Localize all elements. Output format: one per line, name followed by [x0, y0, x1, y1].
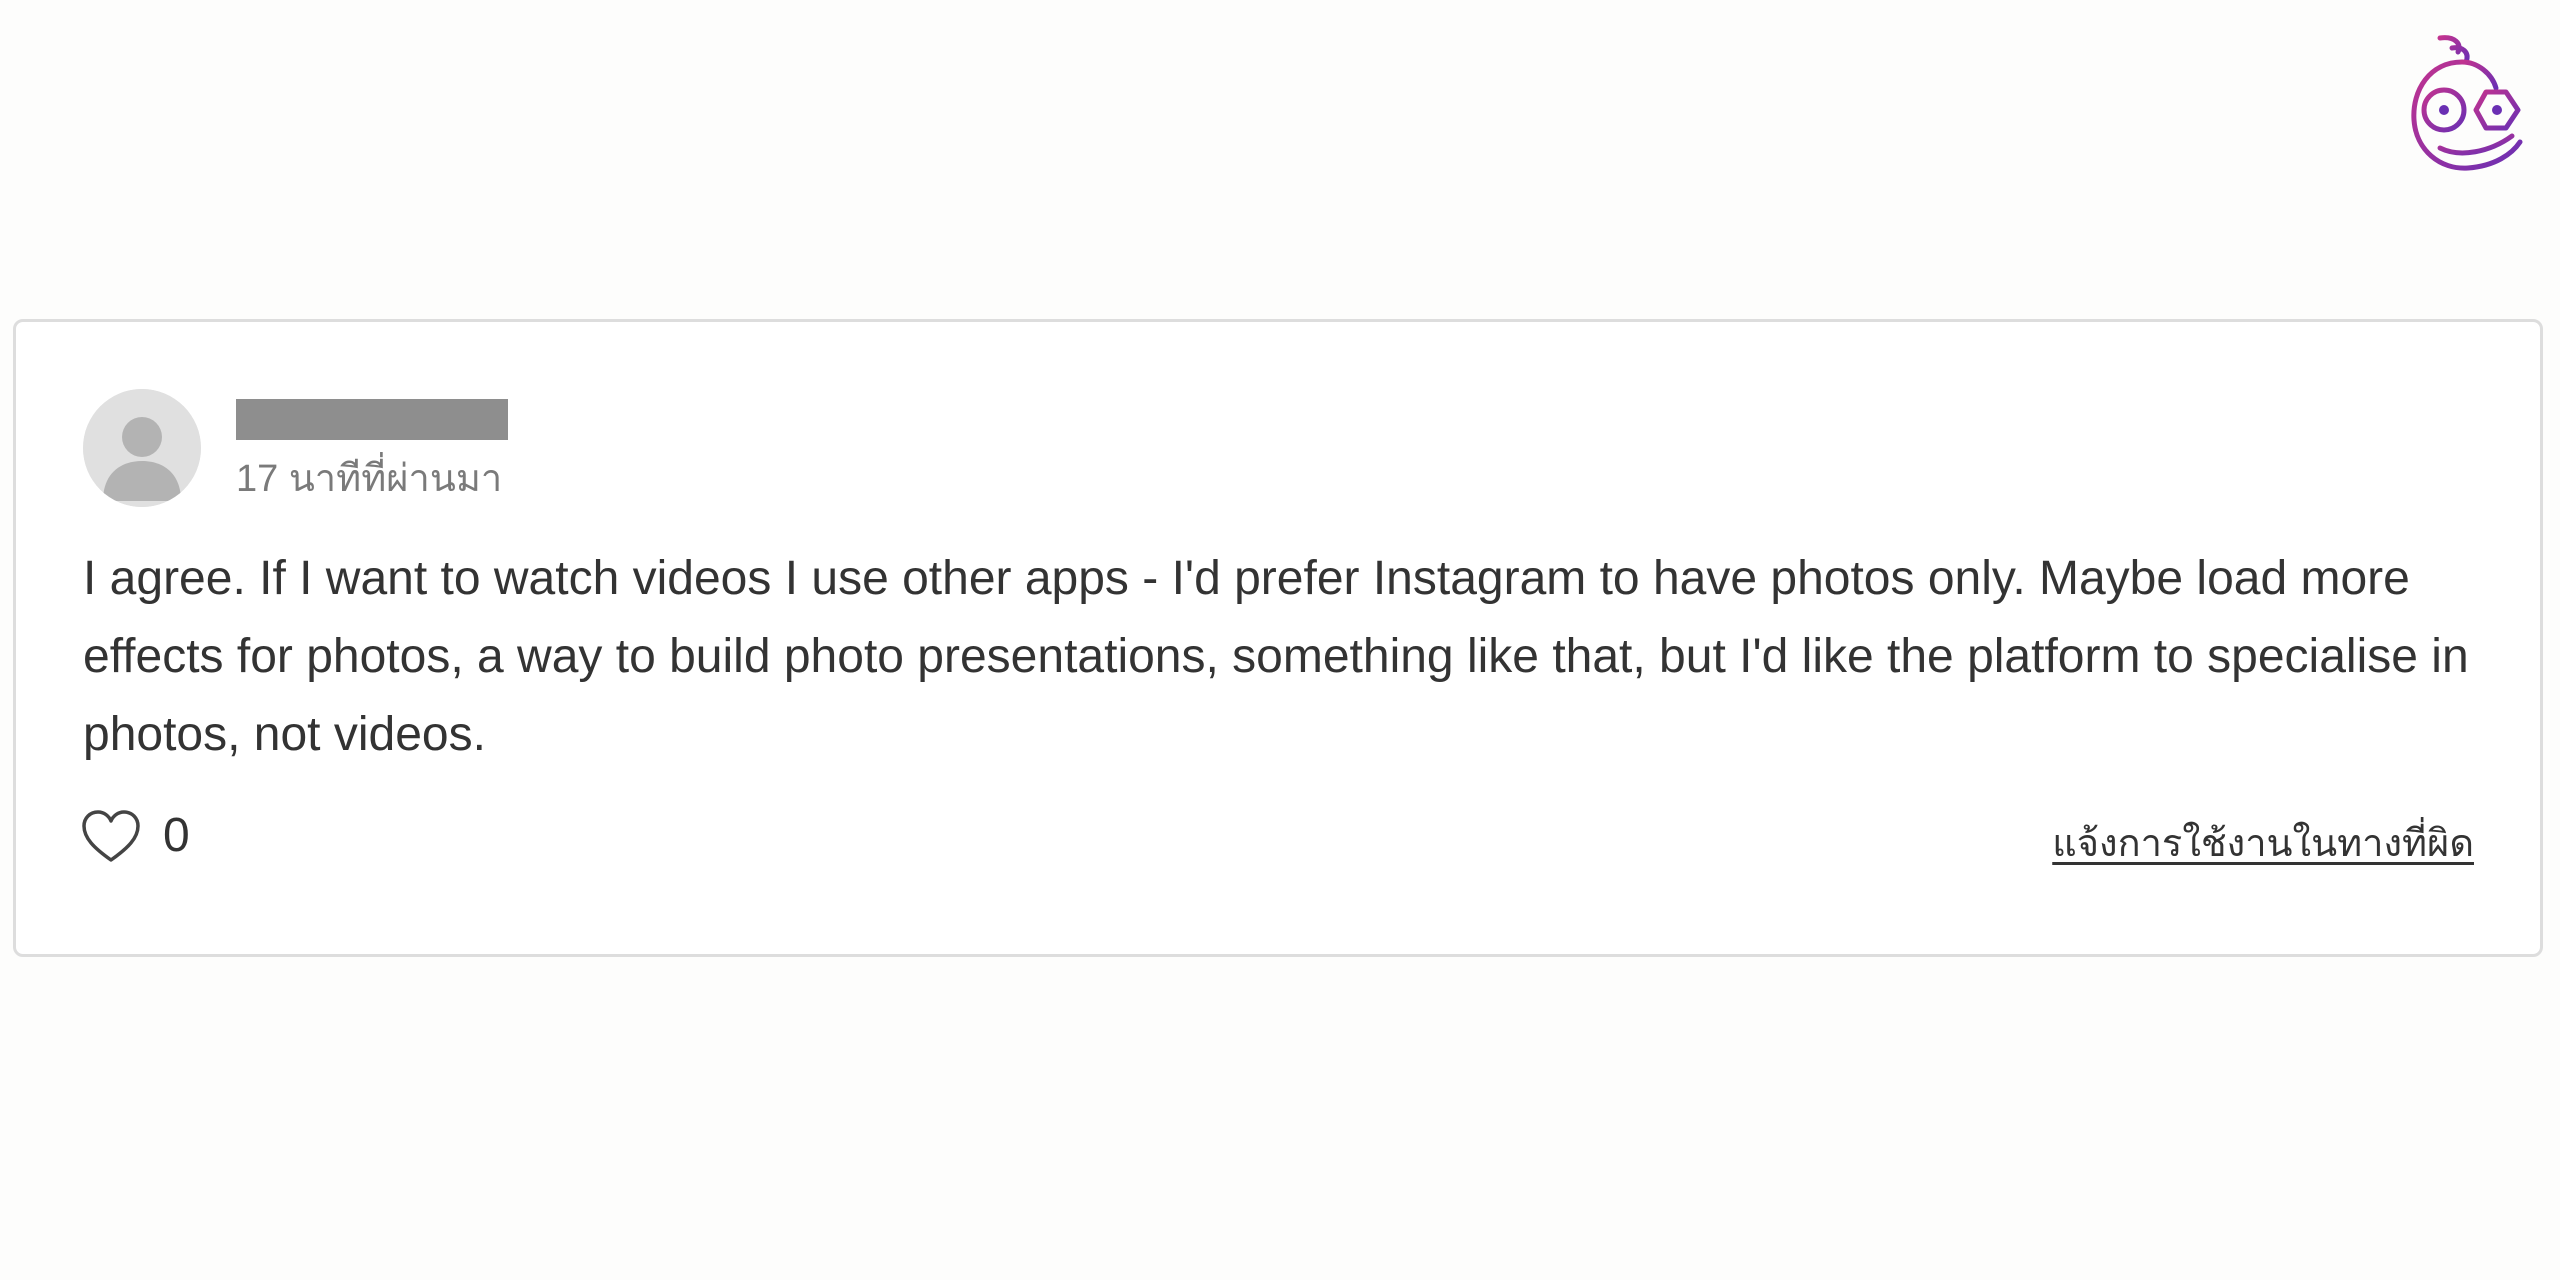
comment-timestamp: 17 นาทีที่ผ่านมา — [236, 458, 503, 500]
heart-outline-icon[interactable] — [80, 808, 142, 866]
owl-logo-icon — [2400, 30, 2530, 175]
default-user-avatar-icon — [83, 389, 201, 507]
comment-body: I agree. If I want to watch videos I use… — [83, 552, 2469, 761]
like-count: 0 — [163, 809, 190, 862]
username-redacted — [236, 399, 508, 440]
report-abuse-link[interactable]: แจ้งการใช้งานในทางที่ผิด — [2052, 819, 2474, 869]
comment-card: 17 นาทีที่ผ่านมา I agree. If I want to w… — [13, 319, 2543, 957]
